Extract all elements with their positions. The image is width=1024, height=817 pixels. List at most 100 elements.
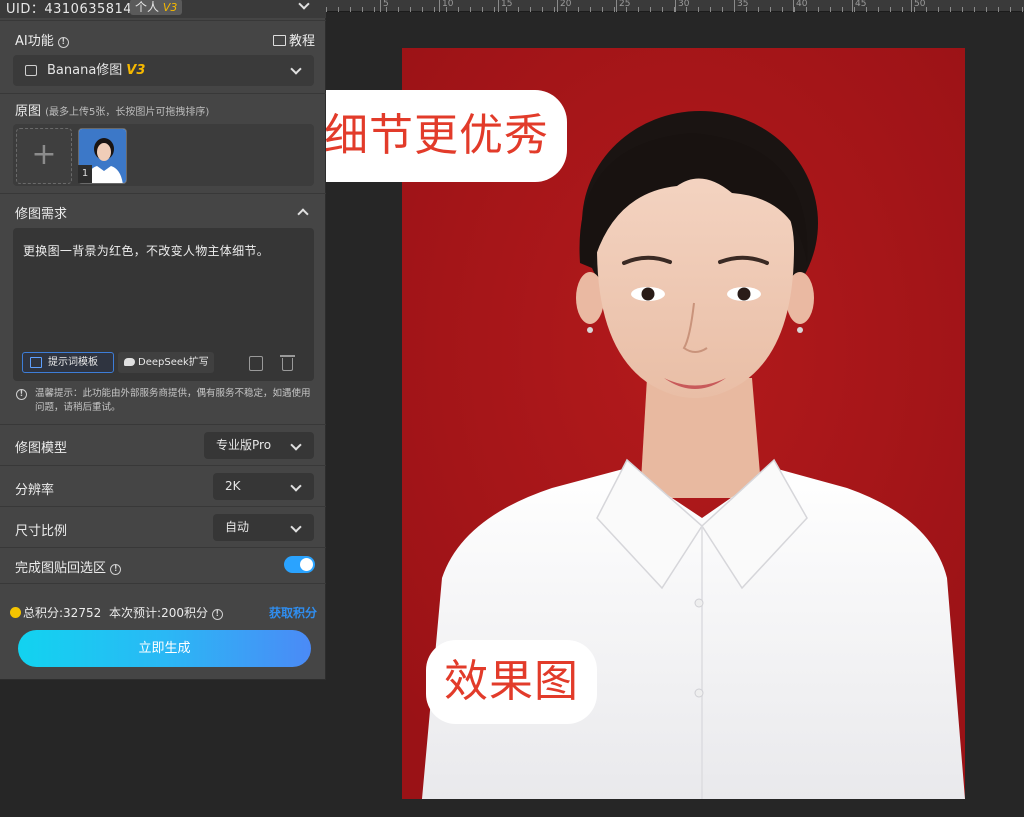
ruler-tick: [410, 7, 411, 12]
ratio-select[interactable]: 自动: [213, 514, 314, 541]
ruler-tick: [698, 7, 699, 12]
requirement-textarea[interactable]: 更换图一背景为红色，不改变人物主体细节。 提示词模板 DeepSeek扩写: [13, 228, 314, 381]
function-select[interactable]: Banana修图 V3: [13, 55, 314, 86]
get-points-link[interactable]: 获取积分: [269, 604, 317, 621]
source-image-hint: (最多上传5张，长按图片可拖拽排序): [45, 107, 210, 118]
paste-back-toggle[interactable]: [284, 556, 315, 573]
points-summary: 总积分:32752 本次预计:200积分 !: [10, 604, 223, 621]
collapse-account-icon[interactable]: [298, 0, 310, 10]
ruler-tick: [962, 7, 963, 12]
divider: [0, 506, 326, 507]
ruler-tick: [362, 7, 363, 12]
ruler-tick: [890, 7, 891, 12]
chevron-down-icon: [290, 63, 302, 75]
upload-image-button[interactable]: +: [16, 128, 72, 184]
model-select-value: 专业版Pro: [216, 438, 272, 452]
service-notice-text: 温馨提示：此功能由外部服务商提供，偶有服务不稳定，如遇使用问题，请稍后重试。: [35, 388, 311, 413]
generate-button[interactable]: 立即生成: [18, 630, 311, 667]
user-version-label: V3: [162, 1, 178, 14]
paste-back-label-text: 完成图贴回选区: [15, 561, 107, 576]
ruler-major-tick: [675, 0, 676, 12]
ruler-major-tick: [911, 0, 912, 12]
template-book-icon: [30, 357, 42, 368]
trash-icon[interactable]: [280, 355, 295, 371]
thumbnail-index: 1: [78, 165, 92, 183]
prompt-template-button[interactable]: 提示词模板: [22, 352, 114, 373]
chevron-down-icon: [290, 480, 302, 492]
estimate-points: 本次预计:200积分: [109, 606, 208, 620]
ratio-label: 尺寸比例: [15, 524, 68, 539]
ruler-tick: [434, 7, 435, 12]
deepseek-expand-button[interactable]: DeepSeek扩写: [118, 352, 214, 373]
requirement-text: 更换图一背景为红色，不改变人物主体细节。: [23, 244, 270, 258]
ruler-tick: [722, 7, 723, 12]
ruler-tick: [818, 7, 819, 12]
ruler-tick: [782, 7, 783, 12]
ai-function-title-text: AI功能: [15, 34, 54, 49]
model-select[interactable]: 专业版Pro: [204, 432, 314, 459]
image-icon: [25, 65, 37, 76]
ruler-tick: [638, 7, 639, 12]
ruler-tick: [710, 7, 711, 12]
ruler-tick: [662, 7, 663, 12]
collapse-requirement-icon[interactable]: [297, 208, 309, 220]
ruler-tick: [482, 7, 483, 12]
info-icon: !: [16, 389, 27, 400]
divider: [0, 424, 326, 425]
source-image-title: 原图 (最多上传5张，长按图片可拖拽排序): [15, 100, 209, 119]
ruler-tick: [950, 7, 951, 12]
divider: [0, 583, 326, 584]
ruler-tick: [326, 7, 327, 12]
ruler-tick: [986, 7, 987, 12]
requirement-title: 修图需求: [15, 207, 68, 222]
service-notice: ! 温馨提示：此功能由外部服务商提供，偶有服务不稳定，如遇使用问题，请稍后重试。: [16, 387, 312, 415]
ruler-tick: [338, 7, 339, 12]
ruler-tick: [458, 7, 459, 12]
ruler-tick: [1010, 7, 1011, 12]
user-type-badge: 个人 V3: [130, 0, 183, 15]
tutorial-link[interactable]: 教程: [273, 30, 315, 49]
ruler-tick: [830, 7, 831, 12]
ruler-number: 15: [501, 0, 513, 9]
ruler-tick: [794, 7, 795, 12]
info-icon[interactable]: !: [110, 564, 122, 575]
ruler-number: 10: [442, 0, 454, 9]
source-image-title-text: 原图: [15, 104, 42, 119]
function-select-value: Banana修图: [47, 63, 123, 78]
ruler-major-tick: [734, 0, 735, 12]
ruler-number: 5: [383, 0, 389, 9]
tutorial-label: 教程: [289, 34, 316, 49]
info-icon[interactable]: !: [57, 37, 69, 48]
ruler-major-tick: [852, 0, 853, 12]
chevron-down-icon: [290, 439, 302, 451]
ruler-tick: [1022, 7, 1023, 12]
ruler-tick: [842, 7, 843, 12]
resolution-select[interactable]: 2K: [213, 473, 314, 500]
copy-icon[interactable]: [249, 356, 263, 371]
ruler-tick: [758, 7, 759, 12]
ruler-tick: [422, 7, 423, 12]
ruler-major-tick: [498, 0, 499, 12]
ruler-tick: [398, 7, 399, 12]
divider: [0, 547, 326, 548]
model-label: 修图模型: [15, 441, 68, 456]
total-points: 总积分:32752: [23, 606, 102, 620]
ruler-tick: [770, 7, 771, 12]
info-icon[interactable]: !: [211, 609, 223, 620]
ruler-tick: [494, 7, 495, 12]
ruler-tick: [530, 7, 531, 12]
ruler-tick: [998, 7, 999, 12]
ruler-major-tick: [793, 0, 794, 12]
ruler-tick: [470, 7, 471, 12]
ruler-tick: [878, 7, 879, 12]
ruler-tick: [542, 7, 543, 12]
ruler-number: 35: [737, 0, 749, 9]
ruler-tick: [578, 7, 579, 12]
account-bar: UID：4310635814 个人 V3: [0, 0, 326, 18]
user-type-label: 个人: [135, 0, 160, 14]
resolution-label: 分辨率: [15, 483, 55, 498]
deepseek-expand-label: DeepSeek扩写: [138, 357, 209, 368]
ruler-tick: [350, 7, 351, 12]
ai-function-title: AI功能 !: [15, 30, 69, 49]
prompt-template-label: 提示词模板: [48, 357, 98, 368]
